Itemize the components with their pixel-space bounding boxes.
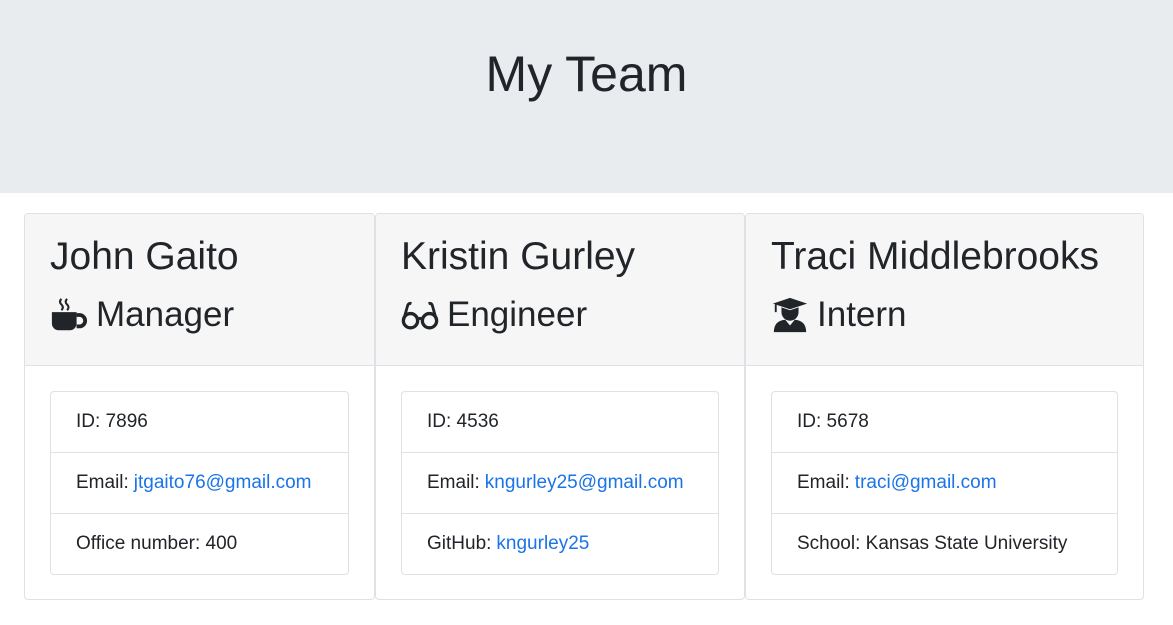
github-label: GitHub: (427, 533, 492, 554)
github-link[interactable]: kngurley25 (496, 533, 589, 555)
office-number: Office number: 400 (76, 533, 238, 554)
school: School: Kansas State University (797, 533, 1068, 554)
list-item-school: School: Kansas State University (772, 514, 1117, 574)
employee-id: ID: 7896 (76, 411, 148, 432)
list-item-email: Email: traci@gmail.com (772, 453, 1117, 514)
email-label: Email: (797, 472, 850, 493)
role-label: Manager (96, 295, 235, 334)
list-item-office: Office number: 400 (51, 514, 348, 574)
employee-name: Kristin Gurley (401, 235, 636, 278)
graduate-icon (771, 296, 809, 334)
list-item-id: ID: 5678 (772, 392, 1117, 453)
card-header: Kristin Gurley Engineer (376, 214, 744, 366)
list-item-id: ID: 4536 (402, 392, 718, 453)
email-label: Email: (427, 472, 480, 493)
employee-id: ID: 4536 (427, 411, 499, 432)
card-header: John Gaito Manager (25, 214, 374, 366)
employee-name: Traci Middlebrooks (771, 235, 1099, 278)
employee-name: John Gaito (50, 235, 239, 278)
card-header: Traci Middlebrooks Intern (746, 214, 1143, 366)
employee-card-engineer: Kristin Gurley Engineer ID: 4536 Email: … (375, 213, 745, 600)
role-label: Engineer (447, 295, 588, 334)
glasses-icon (401, 296, 439, 334)
email-link[interactable]: kngurley25@gmail.com (485, 472, 684, 494)
list-item-email: Email: jtgaito76@gmail.com (51, 453, 348, 514)
employee-card-intern: Traci Middlebrooks Intern ID: 5678 Email… (745, 213, 1144, 600)
employee-role: Intern (771, 294, 907, 336)
role-label: Intern (817, 295, 907, 334)
employee-details-list: ID: 5678 Email: traci@gmail.com School: … (771, 391, 1118, 575)
email-label: Email: (76, 472, 129, 493)
list-item-id: ID: 7896 (51, 392, 348, 453)
email-link[interactable]: jtgaito76@gmail.com (134, 472, 312, 494)
employee-role: Manager (50, 294, 234, 336)
employee-id: ID: 5678 (797, 411, 869, 432)
employee-details-list: ID: 4536 Email: kngurley25@gmail.com Git… (401, 391, 719, 575)
employee-card-manager: John Gaito Manager ID: 7896 Email: jtgai… (24, 213, 375, 600)
coffee-icon (50, 296, 88, 334)
employee-details-list: ID: 7896 Email: jtgaito76@gmail.com Offi… (50, 391, 349, 575)
employee-role: Engineer (401, 294, 587, 336)
email-link[interactable]: traci@gmail.com (855, 472, 997, 494)
list-item-email: Email: kngurley25@gmail.com (402, 453, 718, 514)
page-header: My Team (0, 0, 1173, 193)
page-title: My Team (485, 46, 688, 102)
list-item-github: GitHub: kngurley25 (402, 514, 718, 574)
